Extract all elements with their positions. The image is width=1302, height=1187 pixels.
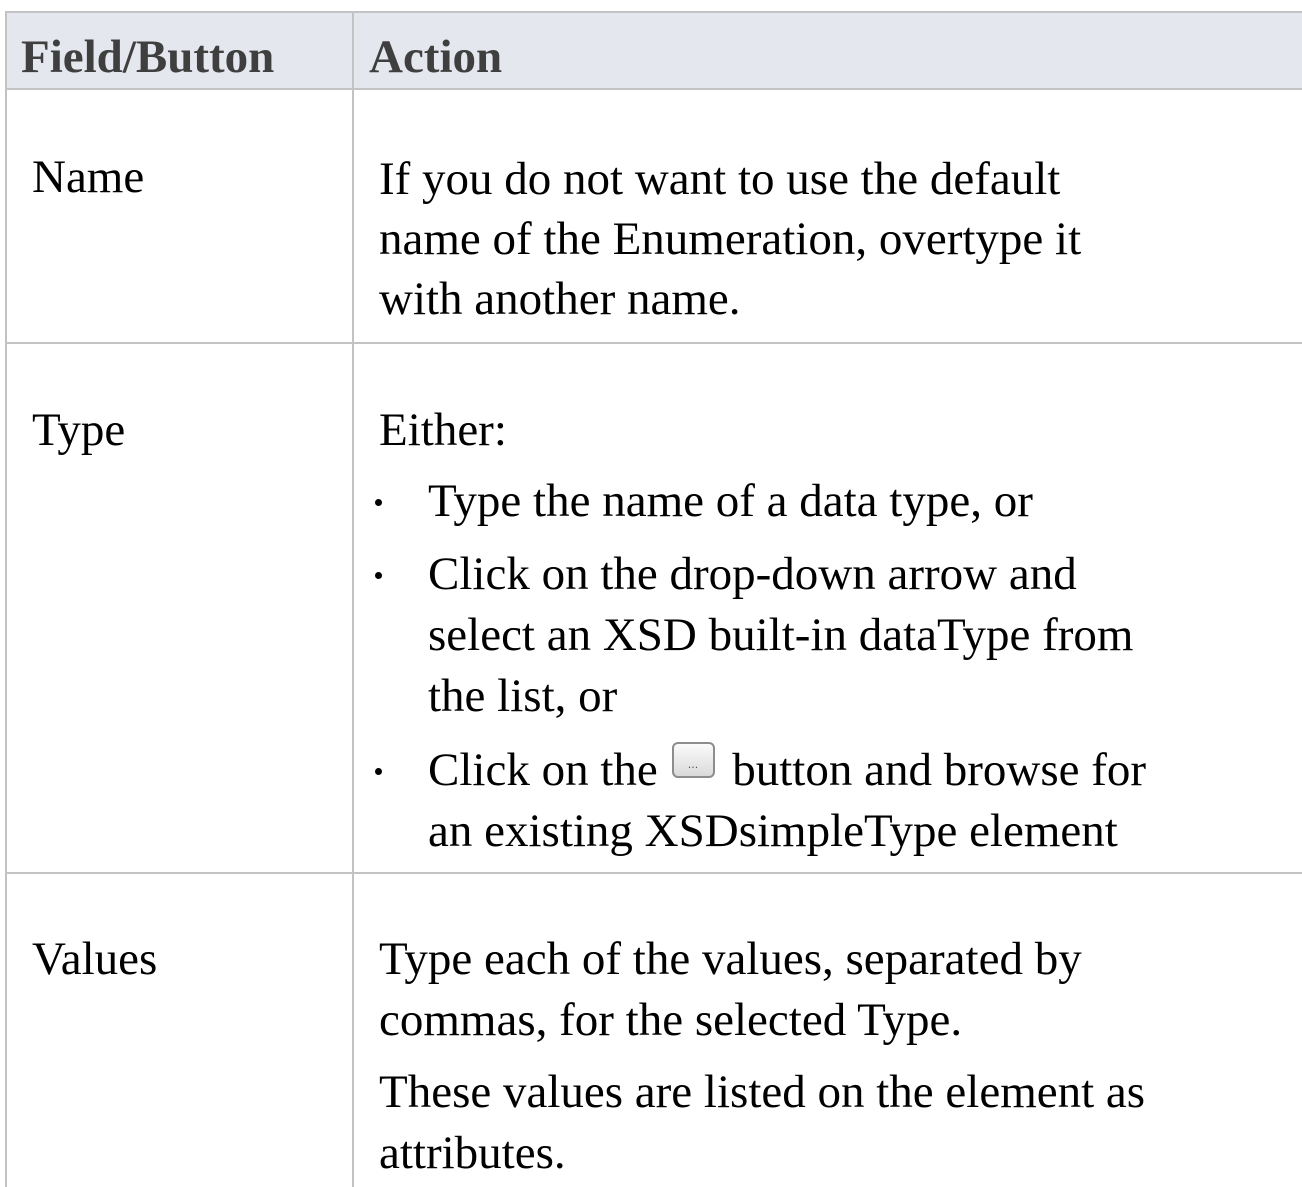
field-type-label: Type xyxy=(32,404,126,456)
row-divider xyxy=(7,342,1302,344)
field-action-table: Field/Button Action Name If you do not w… xyxy=(5,11,1302,1187)
action-name-line-1: If you do not want to use the default xyxy=(379,153,1061,205)
bullet-icon xyxy=(375,499,382,506)
bullet-icon xyxy=(375,572,382,579)
row-divider xyxy=(7,872,1302,874)
bullet-icon xyxy=(375,768,382,775)
column-divider xyxy=(352,11,354,1187)
header-action: Action xyxy=(369,31,503,83)
bullet-text-before-button: Click on the xyxy=(428,744,658,796)
action-values-line-1: Type each of the values, separated by xyxy=(379,933,1082,985)
table-header-row: Field/Button Action xyxy=(7,11,1302,90)
action-name-line-2: name of the Enumeration, overtype it xyxy=(379,213,1082,265)
action-values-line-3: These values are listed on the element a… xyxy=(379,1066,1146,1118)
bullet-text: the list, or xyxy=(428,670,618,722)
bullet-text-after-button: button and browse for xyxy=(732,744,1147,796)
bullet-text: an existing XSDsimpleType element xyxy=(428,805,1118,857)
ellipsis-glyph: ... xyxy=(687,758,699,771)
action-type-intro: Either: xyxy=(379,404,507,456)
action-values-line-4: attributes. xyxy=(379,1127,566,1179)
action-name-line-3: with another name. xyxy=(379,273,741,325)
field-values-label: Values xyxy=(32,933,158,985)
action-values-line-2: commas, for the selected Type. xyxy=(379,994,963,1046)
bullet-text: Click on the ... button and browse for xyxy=(428,740,1146,801)
ellipsis-button-icon: ... xyxy=(671,742,715,778)
bullet-text: Type the name of a data type, or xyxy=(428,475,1033,527)
bullet-text: Click on the drop-down arrow and xyxy=(428,548,1077,600)
field-name-label: Name xyxy=(32,151,145,203)
header-field-button: Field/Button xyxy=(21,31,275,83)
bullet-text: select an XSD built-in dataType from xyxy=(428,609,1134,661)
